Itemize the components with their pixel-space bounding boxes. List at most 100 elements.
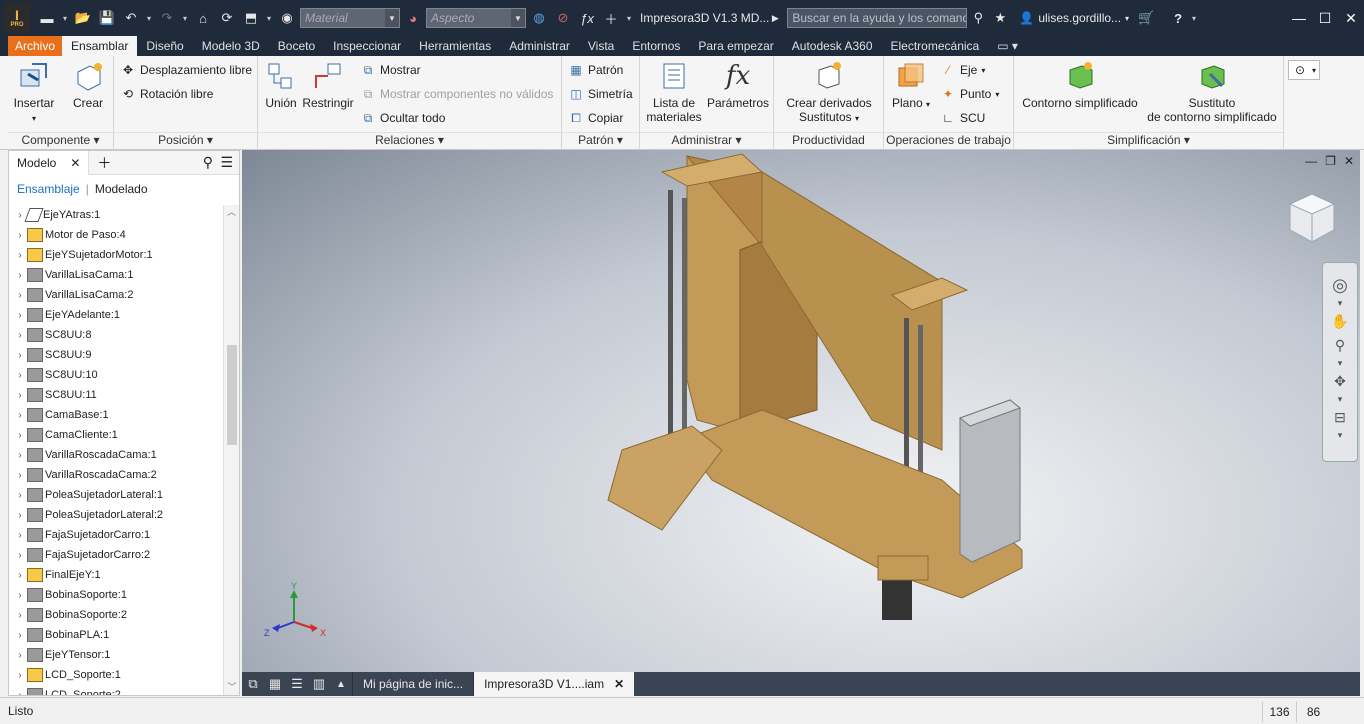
panel-title[interactable]: Simplificación ▾: [1014, 132, 1283, 150]
tab-electromecanica[interactable]: Electromecánica: [882, 36, 989, 56]
tile-horizontal-icon[interactable]: ☰: [286, 673, 308, 695]
chevron-down-icon[interactable]: ▾: [60, 14, 70, 23]
expand-icon[interactable]: ›: [13, 670, 27, 681]
modelado-link[interactable]: Modelado: [95, 182, 148, 196]
browser-tree-item[interactable]: › SC8UU:10: [9, 365, 223, 385]
expand-icon[interactable]: ›: [13, 250, 27, 261]
tab-vista[interactable]: Vista: [579, 36, 623, 56]
browser-tree-item[interactable]: › VarillaLisaCama:1: [9, 265, 223, 285]
expand-icon[interactable]: ›: [13, 410, 27, 421]
viewcube[interactable]: [1284, 190, 1340, 246]
tab-archivo[interactable]: Archivo: [8, 36, 63, 56]
browser-tree-item[interactable]: › LCD_Soporte:1: [9, 665, 223, 685]
close-icon[interactable]: ✕: [70, 156, 80, 170]
cascade-icon[interactable]: ⧉: [242, 673, 264, 695]
save-icon[interactable]: 💾: [96, 7, 118, 29]
scu-button[interactable]: ∟ SCU: [940, 110, 985, 126]
expand-icon[interactable]: ›: [13, 370, 27, 381]
copiar-button[interactable]: ⧠ Copiar: [568, 110, 623, 126]
ocultar-todo-button[interactable]: ⧉ Ocultar todo: [360, 110, 446, 126]
tab-active-document[interactable]: Impresora3D V1....iam ✕: [473, 672, 635, 696]
browser-tree-item[interactable]: › EjeYAdelante:1: [9, 305, 223, 325]
expand-icon[interactable]: ›: [13, 230, 27, 241]
expand-icon[interactable]: ›: [13, 450, 27, 461]
maximize-icon[interactable]: ☐: [1312, 3, 1338, 33]
eje-button[interactable]: ⁄ Eje ▾: [940, 62, 985, 78]
browser-scrollbar[interactable]: ︿ ﹀: [223, 205, 239, 695]
union-button[interactable]: Unión: [262, 60, 300, 110]
color-sphere-icon[interactable]: ◉: [276, 7, 298, 29]
plano-button[interactable]: Plano ▾: [888, 60, 934, 112]
expand-icon[interactable]: ›: [13, 350, 27, 361]
tile-vertical-icon[interactable]: ▥: [308, 673, 330, 695]
expand-icon[interactable]: ›: [13, 310, 27, 321]
cart-icon[interactable]: 🛒: [1135, 7, 1157, 29]
chevron-down-icon[interactable]: ▼: [385, 9, 399, 27]
chevron-down-icon[interactable]: ▼: [511, 9, 525, 27]
simetria-button[interactable]: ◫ Simetría: [568, 86, 632, 102]
tab-boceto[interactable]: Boceto: [269, 36, 324, 56]
chevron-down-icon[interactable]: ▾: [264, 14, 274, 23]
graphics-viewport[interactable]: — ❐ ✕ ◎ ▾ ✋ ⚲ ▾ ✥ ▾ ⊟ ▾ Y X Z: [242, 150, 1360, 672]
lista-materiales-button[interactable]: Lista de materiales: [646, 60, 702, 124]
expand-icon[interactable]: ›: [13, 530, 27, 541]
printer-model[interactable]: [242, 150, 1360, 672]
scrollbar-thumb[interactable]: [227, 345, 237, 445]
expand-icon[interactable]: ›: [13, 550, 27, 561]
sustituto-contorno-button[interactable]: Sustituto de contorno simplificado: [1144, 60, 1280, 124]
expand-icon[interactable]: ›: [13, 690, 27, 696]
expand-icon[interactable]: ›: [13, 270, 27, 281]
chevron-down-icon[interactable]: ▾: [1323, 297, 1357, 309]
browser-tree-item[interactable]: › EjeYSujetadorMotor:1: [9, 245, 223, 265]
ensamblaje-link[interactable]: Ensamblaje: [17, 182, 80, 196]
contorno-simplificado-button[interactable]: Contorno simplificado: [1018, 60, 1142, 110]
browser-tree-item[interactable]: › VarillaLisaCama:2: [9, 285, 223, 305]
mostrar-no-validos-button[interactable]: ⧉ Mostrar componentes no válidos: [360, 86, 554, 102]
tab-para-empezar[interactable]: Para empezar: [689, 36, 782, 56]
browser-tree-item[interactable]: › Motor de Paso:4: [9, 225, 223, 245]
app-logo[interactable]: I PRO: [4, 3, 30, 33]
star-icon[interactable]: ★: [989, 7, 1011, 29]
panel-title[interactable]: Componente ▾: [8, 132, 113, 150]
tab-administrar[interactable]: Administrar: [500, 36, 579, 56]
steering-wheel-icon[interactable]: ◎: [1323, 273, 1357, 297]
fx-icon[interactable]: ƒx: [576, 7, 598, 29]
browser-tree-item[interactable]: › EjeYTensor:1: [9, 645, 223, 665]
search-icon[interactable]: ⚲: [967, 7, 989, 29]
help-icon[interactable]: ?: [1167, 7, 1189, 29]
expand-icon[interactable]: ›: [13, 570, 27, 581]
parametros-button[interactable]: fx Parámetros: [706, 60, 770, 110]
expand-icon[interactable]: ›: [13, 430, 27, 441]
browser-tree-item[interactable]: › FinalEjeY:1: [9, 565, 223, 585]
scroll-up-icon[interactable]: ︿: [224, 205, 239, 218]
browser-tree-item[interactable]: › VarillaRoscadaCama:2: [9, 465, 223, 485]
browser-tree-item[interactable]: › SC8UU:8: [9, 325, 223, 345]
panel-title[interactable]: Posición ▾: [114, 132, 257, 150]
plus-icon[interactable]: ＋: [600, 7, 622, 29]
expand-icon[interactable]: ›: [13, 630, 27, 641]
tab-modelo[interactable]: Modelo ✕: [9, 150, 90, 175]
close-icon[interactable]: ✕: [1338, 3, 1364, 33]
panel-title[interactable]: Relaciones ▾: [258, 132, 561, 150]
browser-tree-item[interactable]: › PoleaSujetadorLateral:2: [9, 505, 223, 525]
scroll-down-icon[interactable]: ﹀: [224, 680, 240, 693]
tab-herramientas[interactable]: Herramientas: [410, 36, 500, 56]
redo-icon[interactable]: ↷: [156, 7, 178, 29]
tab-home[interactable]: Mi página de inic...: [352, 672, 473, 696]
expand-icon[interactable]: ›: [13, 490, 27, 501]
pan-icon[interactable]: ✋: [1323, 309, 1357, 333]
browser-tree-item[interactable]: › FajaSujetadorCarro:2: [9, 545, 223, 565]
punto-button[interactable]: ✦ Punto ▾: [940, 86, 999, 102]
adjust-appearance-icon[interactable]: ◍: [528, 7, 550, 29]
orbit-icon[interactable]: ✥: [1323, 369, 1357, 393]
crear-derivados-button[interactable]: Crear derivados Sustitutos ▾: [778, 60, 880, 126]
ribbon-options-button[interactable]: ⊙ ▾: [1288, 60, 1321, 80]
clear-appearance-icon[interactable]: ⊘: [552, 7, 574, 29]
desplazamiento-libre-button[interactable]: ✥ Desplazamiento libre: [120, 62, 252, 78]
browser-tree-item[interactable]: › EjeYAtras:1: [9, 205, 223, 225]
undo-icon[interactable]: ↶: [120, 7, 142, 29]
browser-tree-item[interactable]: › BobinaSoporte:1: [9, 585, 223, 605]
panel-title[interactable]: Patrón ▾: [562, 132, 639, 150]
chevron-down-icon[interactable]: ▾: [180, 14, 190, 23]
expand-icon[interactable]: ›: [13, 650, 27, 661]
